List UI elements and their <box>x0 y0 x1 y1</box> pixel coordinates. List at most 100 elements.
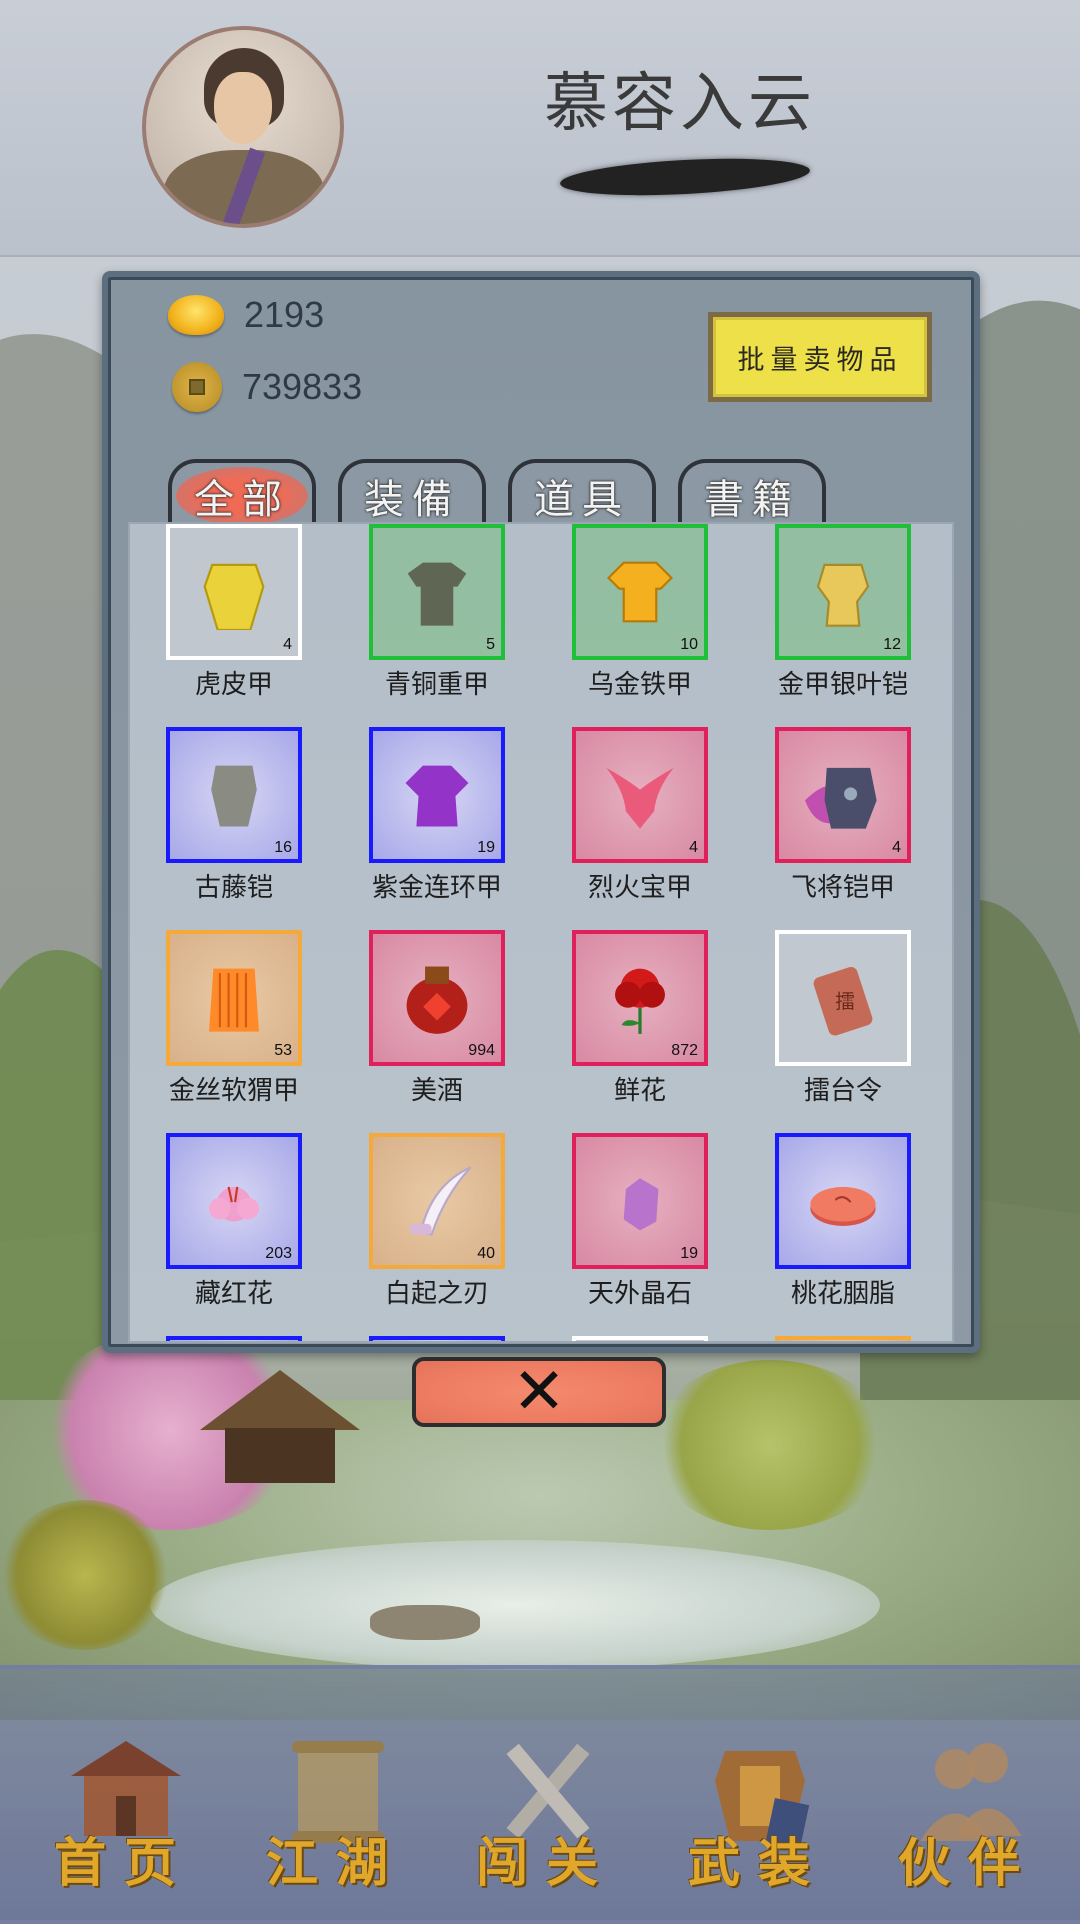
close-icon: ✕ <box>512 1355 566 1429</box>
item-name: 古藤铠 <box>194 873 273 903</box>
nav-jianghu[interactable]: 江湖 <box>256 1721 416 1911</box>
nav-challenge[interactable]: 闯关 <box>466 1721 626 1911</box>
tab-label: 書籍 <box>704 477 800 523</box>
item-name: 青铜重甲 <box>384 670 489 700</box>
gold-silk-armor-icon <box>209 968 259 1032</box>
inventory-item[interactable]: 19 天外晶石 <box>572 1133 708 1336</box>
item-slot[interactable]: 994 <box>369 930 505 1066</box>
nav-companions[interactable]: 伙伴 <box>888 1721 1048 1911</box>
item-slot[interactable]: 53 <box>166 930 302 1066</box>
token-icon: 擂 <box>813 966 873 1036</box>
item-slot[interactable]: 203 <box>166 1133 302 1269</box>
bottom-navigation: 首页 江湖 闯关 武装 伙伴 <box>0 1665 1080 1924</box>
inventory-item[interactable]: 994 美酒 <box>369 930 505 1133</box>
item-name: 虎皮甲 <box>194 670 273 700</box>
black-gold-armor-icon <box>606 561 674 623</box>
item-slot[interactable] <box>369 1336 505 1341</box>
tab-label: 道具 <box>534 477 630 523</box>
inventory-item[interactable]: 擂擂台令 <box>775 930 911 1133</box>
inventory-tabs: 全部 装備 道具 書籍 <box>168 459 848 529</box>
inventory-item[interactable]: 53 金丝软猬甲 <box>166 930 302 1133</box>
gold-ingot-balance: 2193 <box>168 294 324 336</box>
item-slot[interactable]: 4 <box>166 524 302 660</box>
item-count: 16 <box>274 839 292 856</box>
tab-equipment[interactable]: 装備 <box>338 459 486 529</box>
item-name: 擂台令 <box>803 1076 882 1106</box>
item-count: 4 <box>892 839 901 856</box>
inventory-item[interactable]: 872 鲜花 <box>572 930 708 1133</box>
item-slot[interactable]: 16 <box>166 727 302 863</box>
tab-all[interactable]: 全部 <box>168 459 316 529</box>
inventory-item[interactable]: 4 飞将铠甲 <box>775 727 911 930</box>
inventory-item[interactable]: 5 青铜重甲 <box>369 524 505 727</box>
inventory-item[interactable] <box>166 1336 302 1341</box>
tab-label: 装備 <box>364 477 460 523</box>
brush-stroke-decoration <box>559 153 811 201</box>
winged-armor-icon <box>805 767 877 829</box>
item-slot[interactable]: 872 <box>572 930 708 1066</box>
inventory-item[interactable]: 40 白起之刃 <box>369 1133 505 1336</box>
tab-books[interactable]: 書籍 <box>678 459 826 529</box>
item-count: 19 <box>680 1245 698 1262</box>
gold-ingot-icon <box>168 295 224 335</box>
item-name: 藏红花 <box>194 1279 273 1309</box>
inventory-item[interactable]: 10 乌金铁甲 <box>572 524 708 727</box>
item-name: 紫金连环甲 <box>371 873 502 903</box>
character-name: 慕容入云 <box>544 67 816 141</box>
gold-ingot-value: 2193 <box>244 294 325 335</box>
item-slot[interactable]: 4 <box>775 727 911 863</box>
nav-label: 首页 <box>53 1833 194 1894</box>
item-count: 994 <box>468 1042 495 1059</box>
item-count: 5 <box>486 636 495 653</box>
nav-equipment[interactable]: 武装 <box>678 1721 838 1911</box>
item-name: 白起之刃 <box>384 1279 489 1309</box>
item-slot[interactable]: 5 <box>369 524 505 660</box>
inventory-item[interactable]: 16 古藤铠 <box>166 727 302 930</box>
item-name: 桃花胭脂 <box>790 1279 895 1309</box>
close-button[interactable]: ✕ <box>412 1357 666 1427</box>
item-slot[interactable]: 19 <box>369 727 505 863</box>
inventory-item[interactable]: 203 藏红花 <box>166 1133 302 1336</box>
item-count: 4 <box>283 636 292 653</box>
inventory-item[interactable]: 4 烈火宝甲 <box>572 727 708 930</box>
bulk-sell-button[interactable]: 批量卖物品 <box>708 312 932 402</box>
inventory-item[interactable]: 4 虎皮甲 <box>166 524 302 727</box>
copper-coin-icon <box>172 362 222 412</box>
item-slot[interactable]: 4 <box>572 727 708 863</box>
rock <box>370 1605 480 1640</box>
item-slot[interactable]: 19 <box>572 1133 708 1269</box>
inventory-item[interactable]: 12 金甲银叶铠 <box>775 524 911 727</box>
nav-home[interactable]: 首页 <box>44 1721 204 1911</box>
character-header: 慕容入云 <box>0 0 1080 257</box>
purple-armor-icon <box>405 765 469 827</box>
item-name: 鲜花 <box>613 1076 666 1106</box>
item-slot[interactable]: 40 <box>369 1133 505 1269</box>
item-count: 40 <box>477 1245 495 1262</box>
nav-label: 闯关 <box>475 1833 616 1894</box>
item-count: 53 <box>274 1042 292 1059</box>
item-slot[interactable] <box>166 1336 302 1341</box>
inventory-grid-scroll[interactable]: 4 虎皮甲 5 青铜重甲 10 乌金铁甲 12 金甲银叶铠 16 古藤铠 19 紫金连环甲 4 烈火宝甲 4… <box>128 522 954 1343</box>
inventory-item[interactable] <box>775 1336 911 1341</box>
inventory-item[interactable] <box>369 1336 505 1341</box>
wine-jar-icon <box>406 966 468 1034</box>
inventory-item[interactable]: 桃花胭脂 <box>775 1133 911 1336</box>
nav-label: 伙伴 <box>897 1833 1038 1894</box>
item-slot[interactable]: 12 <box>775 524 911 660</box>
nav-label: 武装 <box>687 1833 828 1894</box>
inventory-item[interactable]: 19 紫金连环甲 <box>369 727 505 930</box>
item-slot[interactable] <box>572 1336 708 1341</box>
item-name: 乌金铁甲 <box>587 670 692 700</box>
item-slot[interactable] <box>775 1133 911 1269</box>
inventory-item[interactable] <box>572 1336 708 1341</box>
character-avatar[interactable] <box>142 26 344 228</box>
item-slot[interactable] <box>775 1336 911 1341</box>
item-name: 金丝软猬甲 <box>168 1076 299 1106</box>
stream <box>150 1540 880 1670</box>
item-name: 飞将铠甲 <box>790 873 895 903</box>
item-slot[interactable]: 擂 <box>775 930 911 1066</box>
copper-coin-balance: 739833 <box>168 362 362 412</box>
item-slot[interactable]: 10 <box>572 524 708 660</box>
tab-items[interactable]: 道具 <box>508 459 656 529</box>
item-count: 4 <box>689 839 698 856</box>
